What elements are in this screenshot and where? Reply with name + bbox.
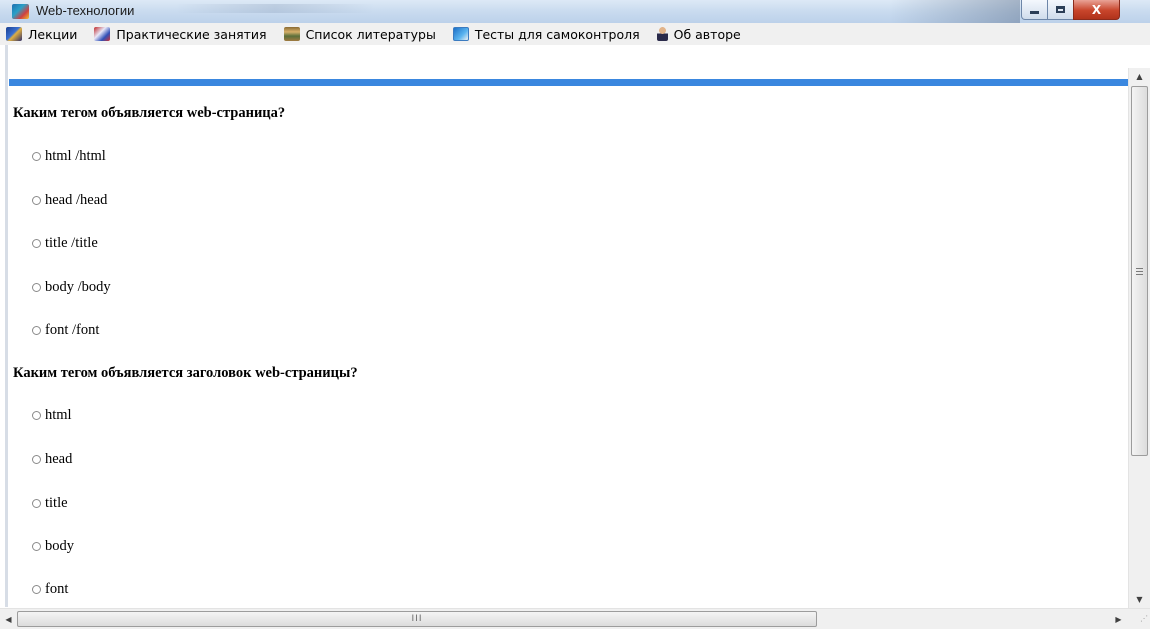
- question-title: Каким тегом объявляется заголовок web-ст…: [13, 365, 358, 381]
- grip-icon: [1136, 267, 1143, 275]
- answer-option[interactable]: font /font: [32, 322, 99, 339]
- radio-button[interactable]: [32, 455, 41, 464]
- grip-icon: III: [411, 614, 423, 624]
- menu-item-practice[interactable]: Практические занятия: [94, 26, 267, 42]
- close-button[interactable]: X: [1073, 0, 1120, 20]
- app-icon: [12, 4, 29, 19]
- radio-button[interactable]: [32, 585, 41, 594]
- menu-item-label: Тесты для самоконтроля: [474, 26, 640, 42]
- title-ghost-text: [175, 4, 375, 13]
- menu-item-label: Список литературы: [305, 26, 436, 42]
- answer-option[interactable]: title: [32, 495, 68, 512]
- radio-button[interactable]: [32, 542, 41, 551]
- vertical-scroll-thumb[interactable]: [1131, 86, 1148, 456]
- accent-bar: [9, 79, 1128, 86]
- answer-label: font /font: [45, 322, 100, 338]
- title-bar: Web-технологии X: [0, 0, 1150, 24]
- answer-option[interactable]: body /body: [32, 279, 111, 296]
- minimize-button[interactable]: [1021, 0, 1048, 20]
- resize-grip-icon[interactable]: ⋰: [1132, 611, 1148, 627]
- answer-option[interactable]: title /title: [32, 235, 98, 252]
- menu-bar: Лекции Практические занятия Список литер…: [0, 23, 1150, 45]
- tests-icon: [452, 27, 469, 41]
- answer-option[interactable]: head /head: [32, 192, 107, 209]
- close-icon: X: [1091, 2, 1102, 17]
- answer-label: html /html: [45, 148, 106, 164]
- menu-item-author[interactable]: Об авторе: [656, 26, 741, 42]
- horizontal-scrollbar[interactable]: ◀ III ▶: [0, 608, 1150, 629]
- radio-button[interactable]: [32, 411, 41, 420]
- radio-button[interactable]: [32, 326, 41, 335]
- answer-option[interactable]: font: [32, 581, 68, 598]
- minimize-icon: [1030, 11, 1039, 14]
- scroll-down-button[interactable]: ▼: [1129, 591, 1150, 608]
- answer-label: title: [45, 495, 68, 511]
- author-icon: [656, 27, 668, 41]
- lectures-icon: [6, 27, 22, 41]
- answer-label: head: [45, 451, 73, 467]
- triangle-left-icon: ◀: [5, 614, 12, 624]
- quiz-content: Каким тегом объявляется web-страница? ht…: [13, 88, 1123, 608]
- answer-label: html: [45, 407, 72, 423]
- scroll-left-button[interactable]: ◀: [0, 609, 17, 629]
- answer-label: title /title: [45, 235, 98, 251]
- answer-label: font: [45, 581, 69, 597]
- left-border: [5, 45, 8, 607]
- radio-button[interactable]: [32, 196, 41, 205]
- window-title: Web-технологии: [36, 3, 135, 18]
- answer-label: body /body: [45, 279, 111, 295]
- scroll-up-button[interactable]: ▲: [1129, 68, 1150, 85]
- menu-item-tests[interactable]: Тесты для самоконтроля: [452, 26, 640, 42]
- vertical-scrollbar[interactable]: ▲ ▼: [1128, 68, 1150, 608]
- books-icon: [283, 27, 300, 41]
- radio-button[interactable]: [32, 239, 41, 248]
- radio-button[interactable]: [32, 283, 41, 292]
- answer-label: body: [45, 538, 74, 554]
- answer-option[interactable]: body: [32, 538, 74, 555]
- maximize-icon: [1056, 6, 1065, 13]
- radio-button[interactable]: [32, 499, 41, 508]
- triangle-up-icon: ▲: [1136, 72, 1143, 81]
- maximize-button[interactable]: [1047, 0, 1074, 20]
- menu-item-label: Лекции: [28, 26, 78, 42]
- horizontal-scroll-thumb[interactable]: III: [17, 611, 817, 627]
- triangle-down-icon: ▼: [1136, 595, 1143, 604]
- menu-item-label: Об авторе: [673, 26, 741, 42]
- scroll-right-button[interactable]: ▶: [1110, 609, 1127, 629]
- question-title: Каким тегом объявляется web-страница?: [13, 105, 286, 121]
- practice-icon: [94, 27, 111, 41]
- radio-button[interactable]: [32, 152, 41, 161]
- menu-item-label: Практические занятия: [116, 26, 267, 42]
- triangle-right-icon: ▶: [1115, 614, 1122, 624]
- title-bar-shade: [890, 0, 1020, 23]
- menu-item-lectures[interactable]: Лекции: [6, 27, 77, 42]
- answer-label: head /head: [45, 192, 108, 208]
- answer-option[interactable]: html: [32, 407, 72, 424]
- answer-option[interactable]: html /html: [32, 148, 106, 165]
- answer-option[interactable]: head: [32, 451, 72, 468]
- menu-item-literature[interactable]: Список литературы: [283, 26, 436, 42]
